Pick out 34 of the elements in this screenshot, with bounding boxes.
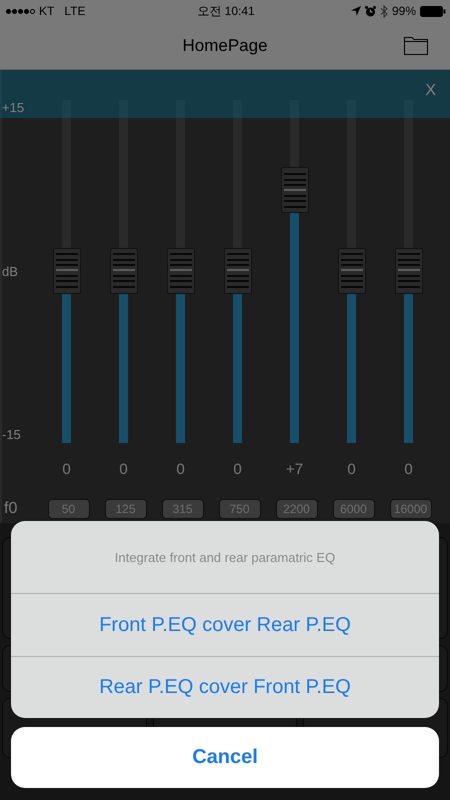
axis-min-label: -15 (2, 427, 22, 443)
axis-max-label: +15 (2, 100, 26, 116)
sheet-message: Integrate front and rear paramatric EQ (11, 521, 439, 594)
network-label: LTE (64, 4, 86, 18)
slider-thumb[interactable] (224, 248, 252, 294)
slider-thumb[interactable] (53, 248, 81, 294)
location-icon (350, 6, 361, 16)
battery-label: 99% (392, 4, 416, 18)
slider-thumb[interactable] (338, 248, 366, 294)
close-button[interactable]: X (425, 82, 436, 100)
gain-value: +7 (284, 460, 304, 478)
bluetooth-icon (380, 4, 388, 18)
cancel-button[interactable]: Cancel (11, 727, 439, 788)
gain-value: 0 (61, 460, 72, 478)
gain-value: 0 (175, 460, 186, 478)
folder-icon[interactable] (404, 35, 428, 55)
page-title: HomePage (182, 36, 268, 56)
axis-unit-label: dB (2, 264, 19, 280)
gain-value: 0 (346, 460, 357, 478)
action-button[interactable]: Rear P.EQ cover Front P.EQ (11, 656, 439, 718)
slider-thumb[interactable] (281, 167, 309, 214)
gain-value: 0 (118, 460, 129, 478)
slider-thumb[interactable] (110, 248, 138, 294)
battery-icon (420, 6, 446, 16)
alarm-icon (364, 6, 376, 16)
gain-value: 0 (403, 460, 414, 478)
signal-icon (6, 8, 35, 14)
clock-label: 오전 10:41 (197, 2, 255, 20)
gain-value: 0 (232, 460, 243, 478)
slider-thumb[interactable] (167, 248, 195, 294)
action-button[interactable]: Front P.EQ cover Rear P.EQ (11, 594, 439, 656)
frequency-label: f0 (3, 500, 18, 518)
carrier-label: KT (39, 4, 54, 18)
slider-thumb[interactable] (395, 248, 423, 294)
